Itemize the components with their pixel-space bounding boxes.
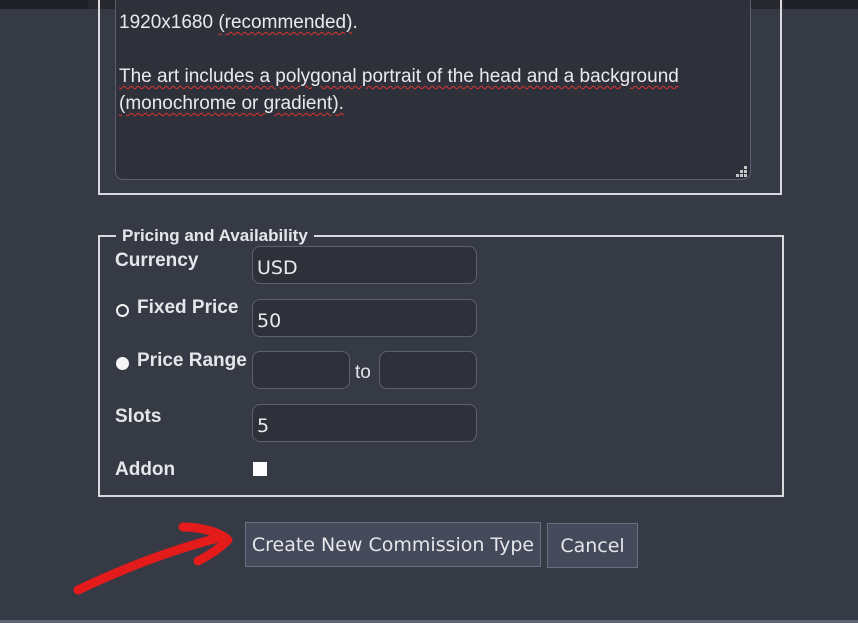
red-arrow-annotation	[73, 522, 233, 595]
